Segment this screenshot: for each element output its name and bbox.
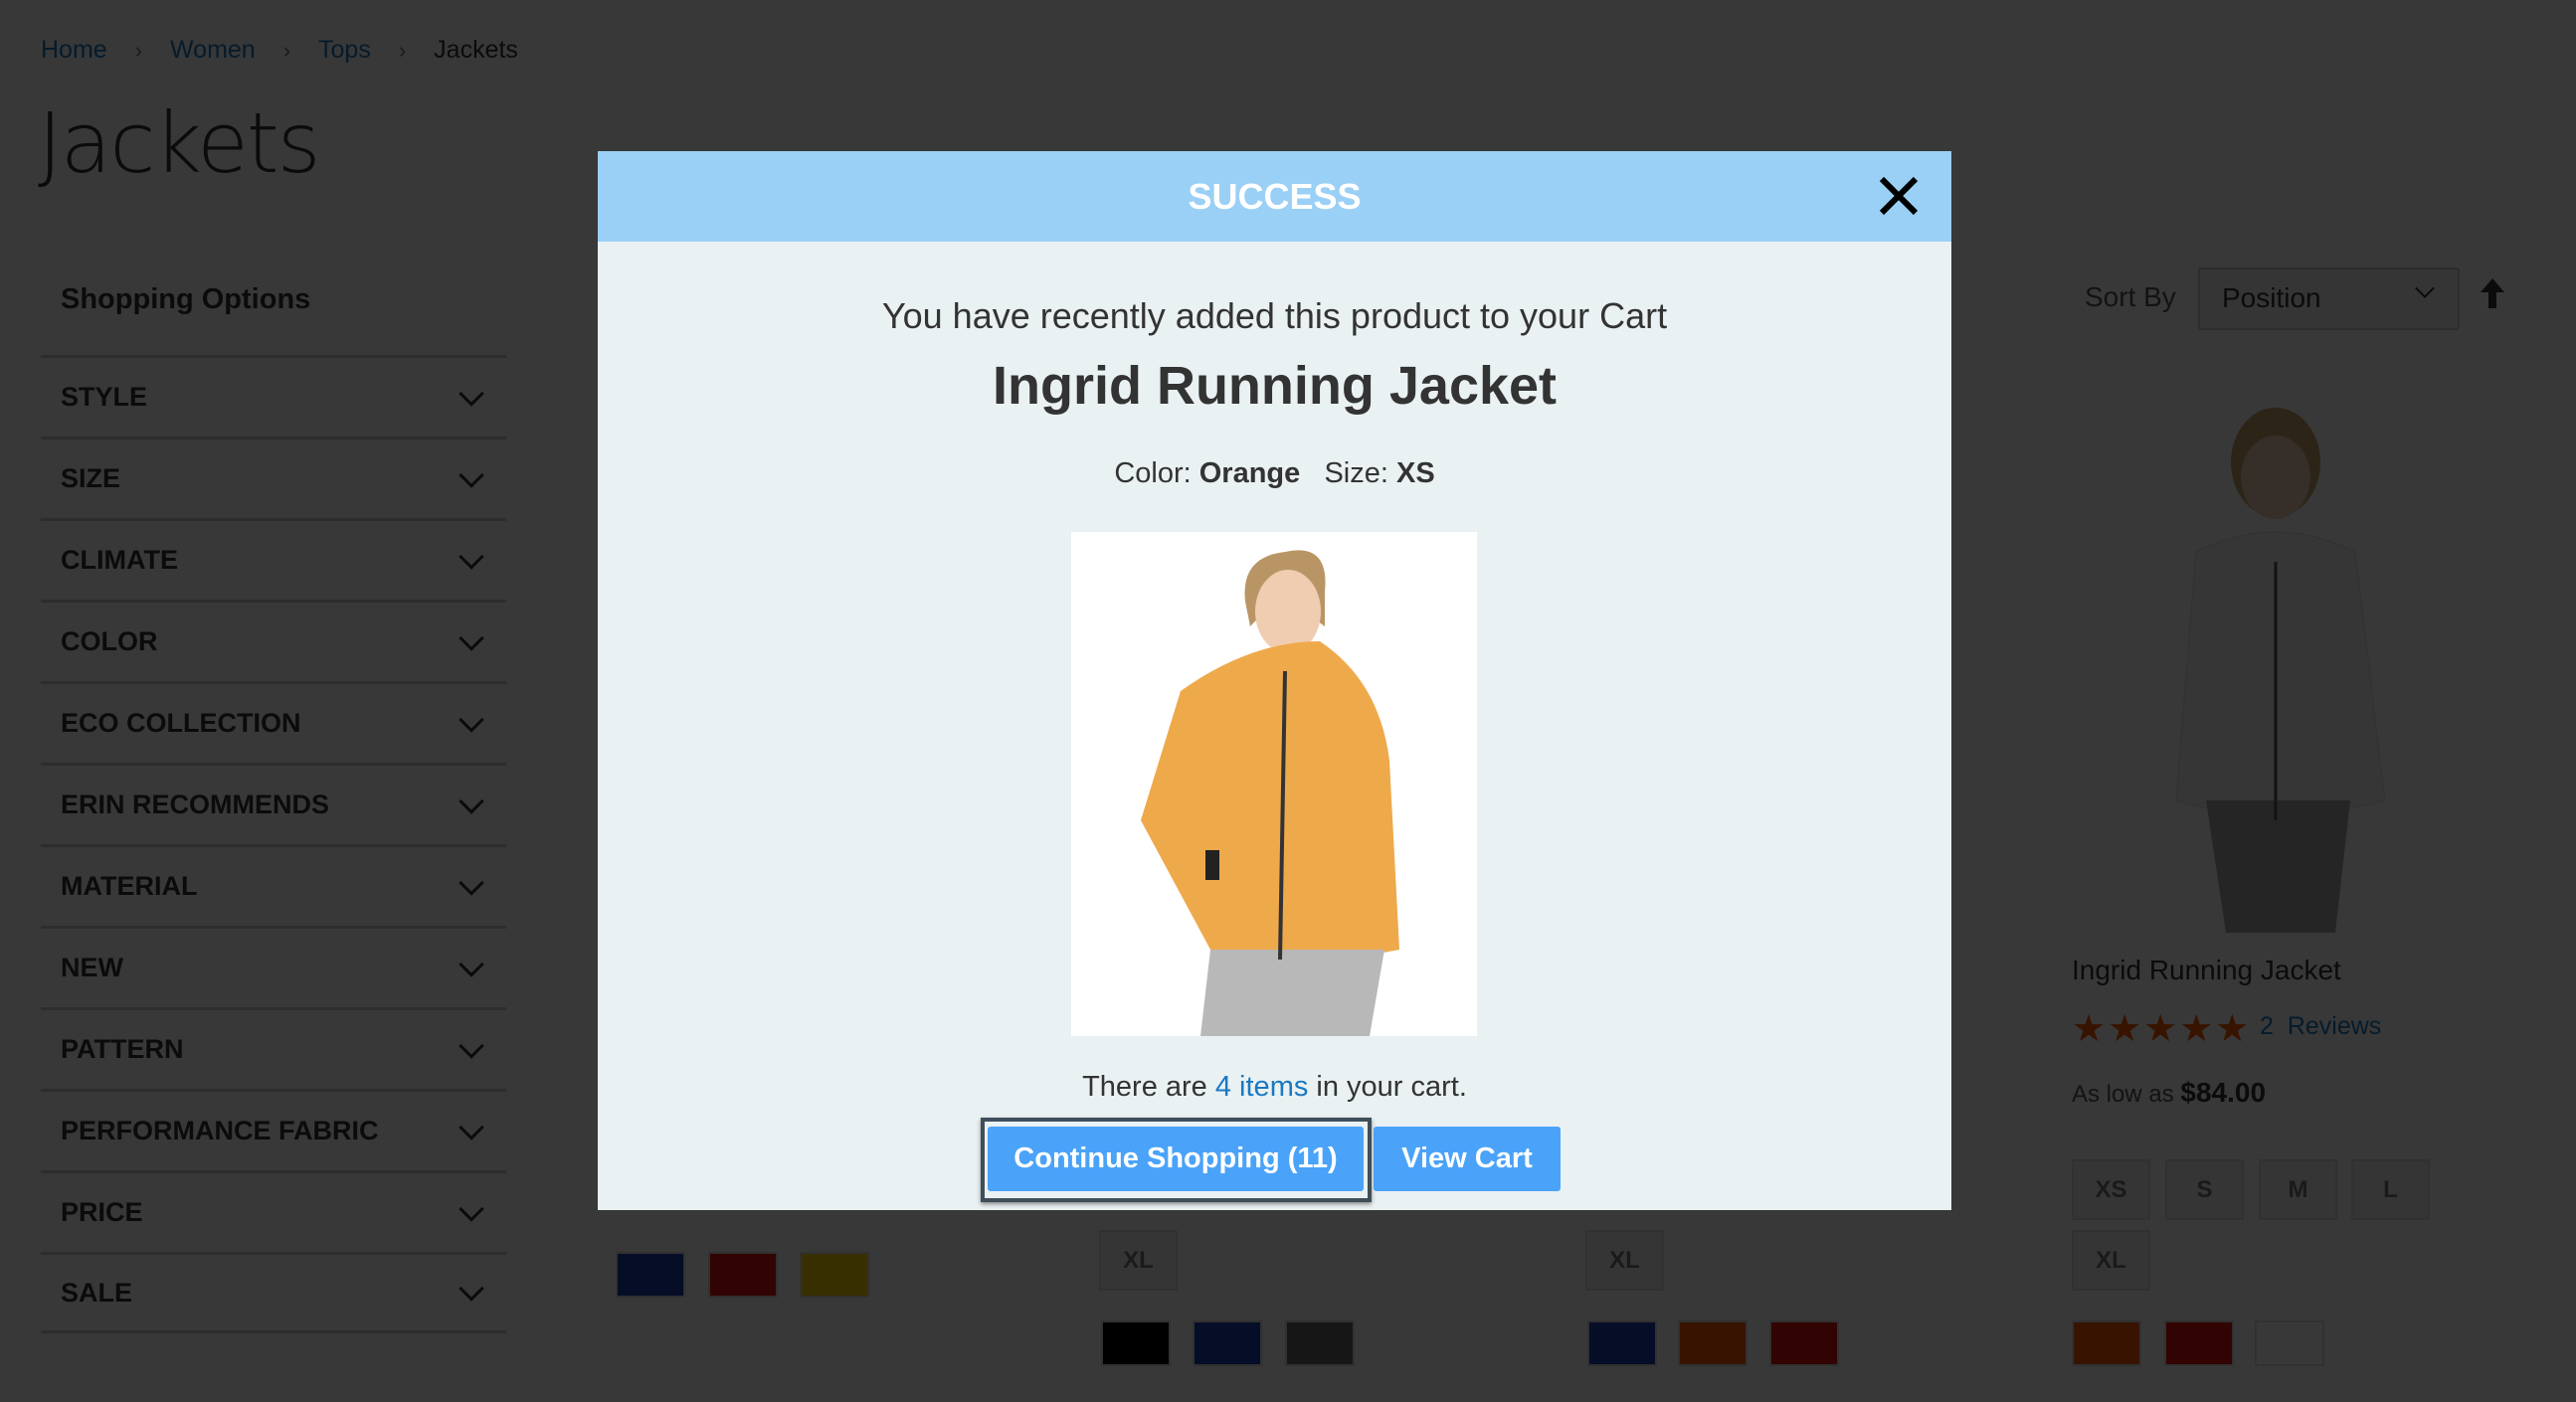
size-option[interactable]: XL: [2072, 1230, 2150, 1291]
reviews-count: 2: [2260, 1012, 2274, 1040]
rating-stars: ★★★★★: [2072, 1008, 2252, 1050]
size-value: XS: [1395, 457, 1435, 489]
filter-price[interactable]: PRICE: [41, 1170, 506, 1252]
size-option[interactable]: XS: [2072, 1159, 2150, 1220]
breadcrumb-separator: ›: [134, 37, 143, 63]
size-option[interactable]: XL: [1099, 1230, 1178, 1291]
product-price: As low as $84.00: [2072, 1077, 2266, 1109]
filter-list: STYLE SIZE CLIMATE COLOR ECO COLLECTION ERIN …: [41, 355, 506, 1333]
filter-label: STYLE: [61, 382, 148, 412]
chevron-down-icon: [459, 380, 484, 407]
color-swatch[interactable]: [2164, 1320, 2234, 1366]
chevron-down-icon: [459, 951, 484, 977]
breadcrumb-home[interactable]: Home: [41, 36, 107, 65]
arrow-up-icon[interactable]: [2481, 278, 2504, 308]
chevron-down-icon: [459, 706, 484, 733]
chevron-down-icon: [459, 869, 484, 896]
continue-shopping-button[interactable]: Continue Shopping (11): [988, 1127, 1364, 1191]
filter-label: ERIN RECOMMENDS: [61, 789, 330, 819]
size-label: Size:: [1324, 457, 1388, 489]
color-swatch[interactable]: [708, 1252, 778, 1298]
filter-new[interactable]: NEW: [41, 926, 506, 1007]
filter-label: PERFORMANCE FABRIC: [61, 1116, 379, 1145]
view-cart-button[interactable]: View Cart: [1374, 1127, 1561, 1191]
color-swatch[interactable]: [1587, 1320, 1657, 1366]
shopping-options-title: Shopping Options: [61, 283, 311, 315]
filter-label: PATTERN: [61, 1034, 184, 1064]
filter-pattern[interactable]: PATTERN: [41, 1007, 506, 1089]
sort-by-select[interactable]: Position: [2198, 267, 2460, 330]
cart-count-text: There are 4 items in your cart.: [598, 1071, 1951, 1104]
added-product-name: Ingrid Running Jacket: [992, 356, 1558, 416]
filter-color[interactable]: COLOR: [41, 600, 506, 681]
breadcrumb-separator: ›: [398, 37, 407, 63]
filter-sale[interactable]: SALE: [41, 1252, 506, 1333]
chevron-down-icon: [459, 1195, 484, 1222]
filter-performance-fabric[interactable]: PERFORMANCE FABRIC: [41, 1089, 506, 1170]
filter-label: CLIMATE: [61, 545, 178, 575]
chevron-down-icon: [459, 1276, 484, 1302]
price-value: $84.00: [2180, 1077, 2267, 1108]
filter-label: NEW: [61, 953, 123, 982]
sort-by-label: Sort By: [2085, 281, 2176, 312]
filter-label: MATERIAL: [61, 871, 198, 901]
reviews-label: Reviews: [2287, 1012, 2382, 1040]
filter-label: SIZE: [61, 463, 121, 493]
chevron-down-icon: [459, 543, 484, 570]
size-option[interactable]: S: [2165, 1159, 2244, 1220]
color-swatch[interactable]: [800, 1252, 869, 1298]
breadcrumb-separator: ›: [282, 37, 291, 63]
chevron-down-icon: [459, 624, 484, 651]
color-swatch[interactable]: [1193, 1320, 1262, 1366]
cart-items-link[interactable]: 4 items: [1215, 1071, 1308, 1103]
filter-label: COLOR: [61, 626, 158, 656]
filter-style[interactable]: STYLE: [41, 355, 506, 437]
chevron-down-icon: [459, 1114, 484, 1140]
filter-eco-collection[interactable]: ECO COLLECTION: [41, 681, 506, 763]
cart-pre: There are: [1082, 1071, 1207, 1103]
added-product-image: [1071, 532, 1477, 1036]
close-icon[interactable]: [1876, 173, 1922, 219]
color-swatch[interactable]: [1285, 1320, 1355, 1366]
product-options: Color: Orange Size: XS: [598, 457, 1951, 490]
sort-by-value: Position: [2222, 282, 2321, 313]
color-label: Color:: [1114, 457, 1192, 489]
color-swatch[interactable]: [2255, 1320, 2324, 1366]
size-option[interactable]: L: [2351, 1159, 2430, 1220]
filter-label: PRICE: [61, 1197, 143, 1227]
size-option[interactable]: M: [2259, 1159, 2337, 1220]
chevron-down-icon: [459, 788, 484, 814]
reviews-link[interactable]: 2 Reviews: [2260, 1012, 2381, 1041]
page-title: Jackets: [38, 94, 320, 192]
color-value: Orange: [1198, 457, 1301, 489]
chevron-down-icon: [2415, 278, 2435, 298]
product-name-link[interactable]: Ingrid Running Jacket: [2072, 955, 2341, 986]
filter-erin-recommends[interactable]: ERIN RECOMMENDS: [41, 763, 506, 844]
chevron-down-icon: [459, 1032, 484, 1059]
breadcrumb-tops[interactable]: Tops: [318, 36, 371, 65]
filter-material[interactable]: MATERIAL: [41, 844, 506, 926]
filter-size[interactable]: SIZE: [41, 437, 506, 518]
filter-label: SALE: [61, 1277, 133, 1308]
color-swatch[interactable]: [1101, 1320, 1171, 1366]
added-message: You have recently added this product to …: [881, 295, 1668, 336]
chevron-down-icon: [459, 461, 484, 488]
color-swatch[interactable]: [1678, 1320, 1748, 1366]
success-modal: SUCCESS You have recently added this pro…: [598, 151, 1951, 1210]
breadcrumb-current: Jackets: [434, 36, 518, 64]
color-swatch[interactable]: [2072, 1320, 2141, 1366]
cart-post: in your cart.: [1316, 1071, 1467, 1103]
color-swatch[interactable]: [616, 1252, 685, 1298]
breadcrumb-women[interactable]: Women: [170, 36, 256, 65]
modal-title: SUCCESS: [598, 151, 1951, 242]
product-image[interactable]: [2136, 403, 2415, 933]
size-option[interactable]: XL: [1585, 1230, 1664, 1291]
price-prefix: As low as: [2072, 1081, 2174, 1108]
filter-climate[interactable]: CLIMATE: [41, 518, 506, 600]
breadcrumb: Home › Women › Tops › Jackets: [41, 36, 518, 65]
filter-label: ECO COLLECTION: [61, 708, 301, 738]
color-swatch[interactable]: [1769, 1320, 1839, 1366]
